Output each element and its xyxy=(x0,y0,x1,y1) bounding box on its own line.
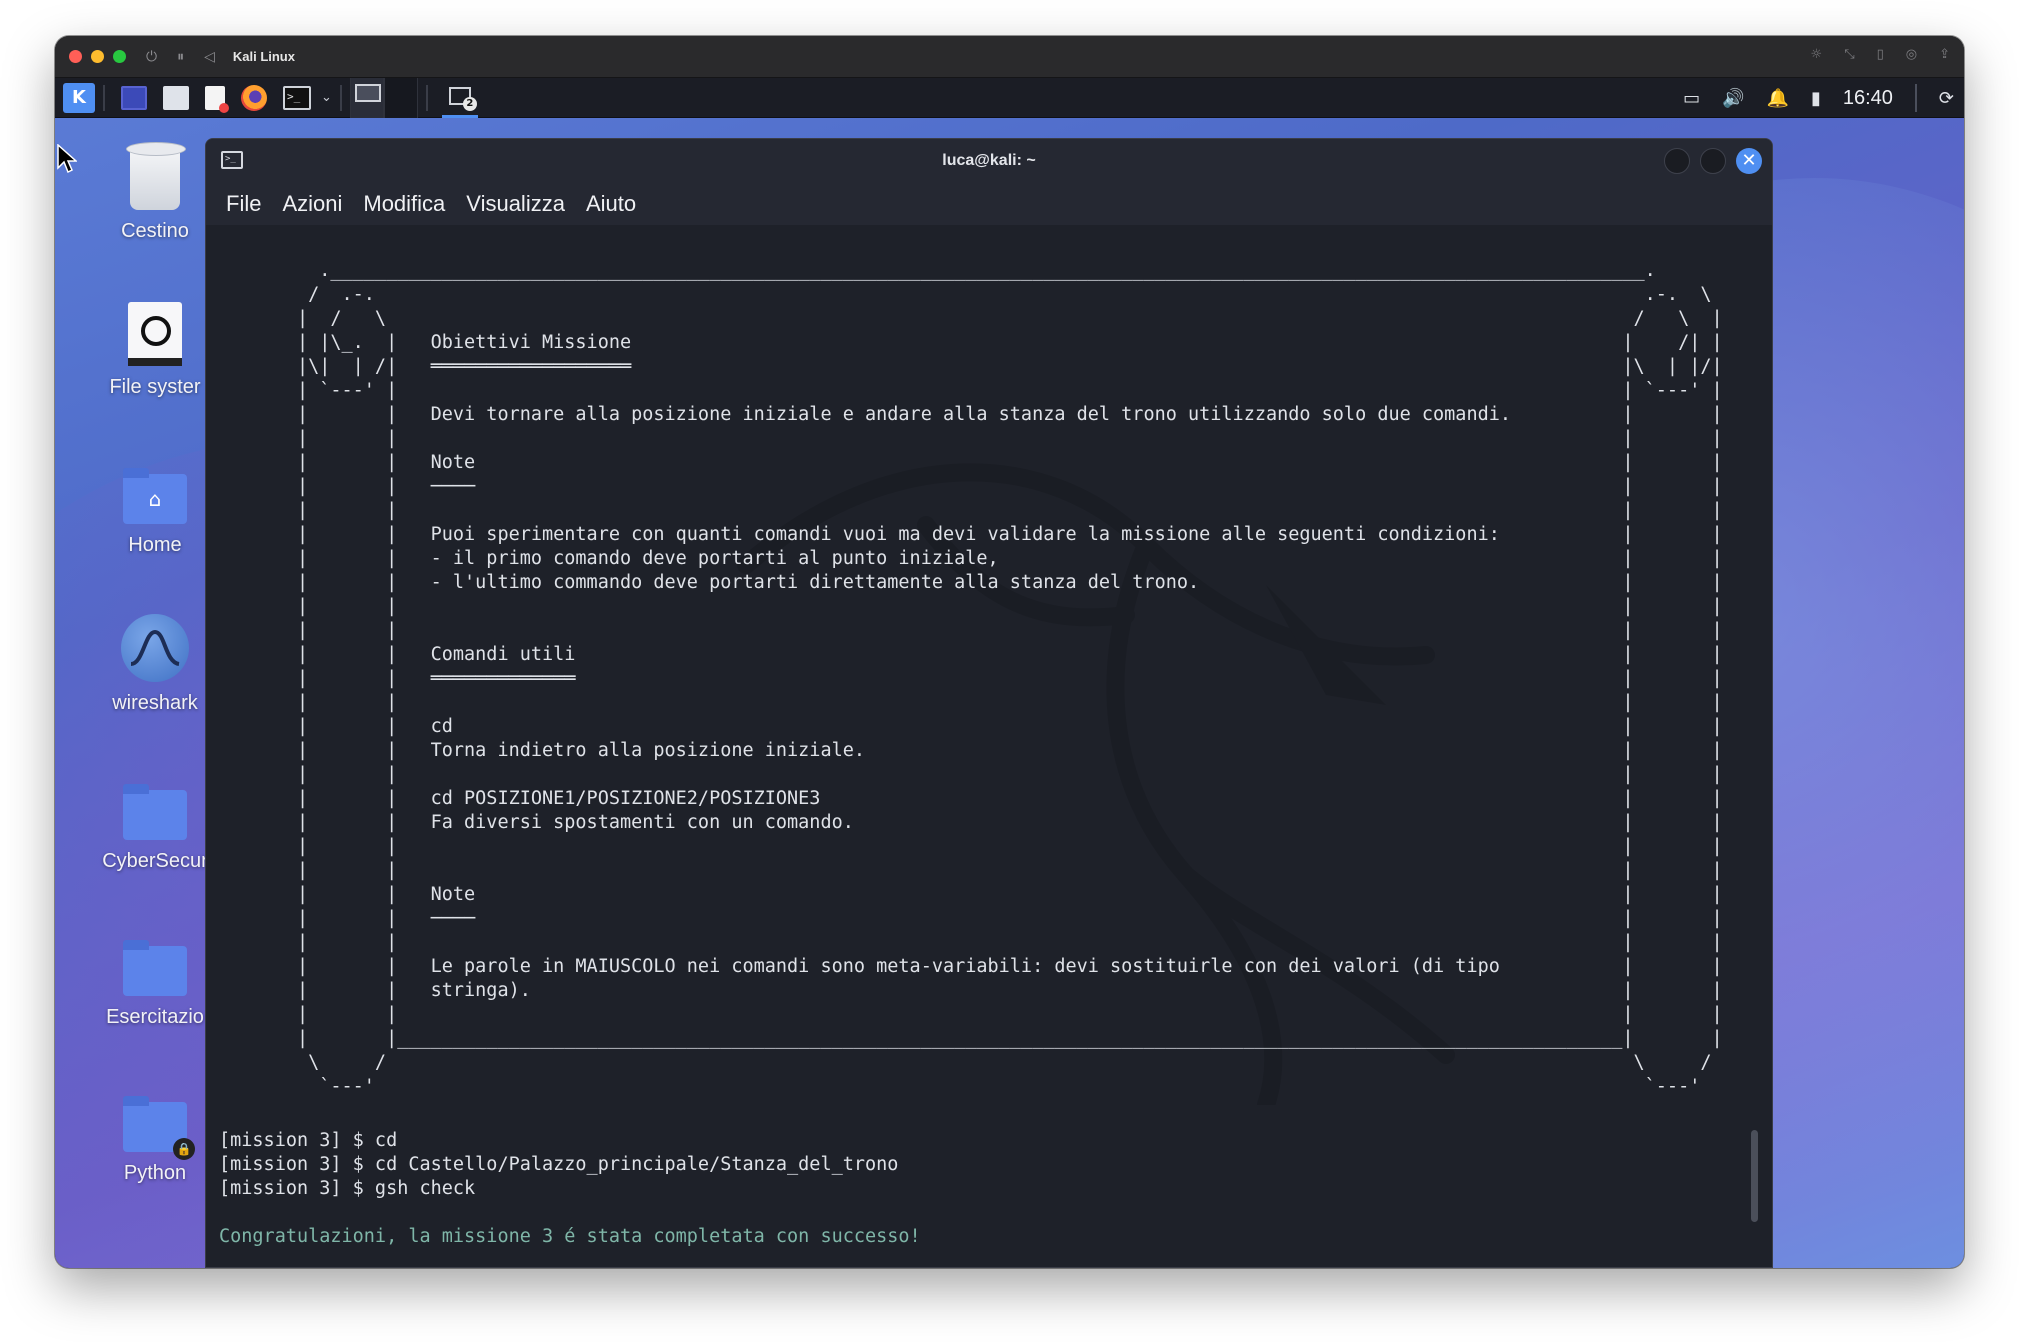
taskbar-separator xyxy=(103,84,105,111)
share-icon[interactable]: ⇪ xyxy=(1939,47,1950,62)
workspace-1[interactable] xyxy=(349,77,384,118)
settings-icon[interactable]: ◎ xyxy=(1906,47,1917,62)
workspace-2[interactable] xyxy=(383,77,418,118)
success-message: Congratulazioni, la missione 3 é stata c… xyxy=(219,1226,921,1247)
pause-icon[interactable]: ⏸ xyxy=(177,49,184,65)
folder-icon xyxy=(123,784,187,840)
clock[interactable]: 16:40 xyxy=(1843,87,1893,110)
taskbar-separator xyxy=(425,84,428,111)
lock-icon: 🔒 xyxy=(173,1138,195,1160)
file-manager-icon[interactable] xyxy=(163,85,189,110)
terminal-title: luca@kali: ~ xyxy=(942,152,1036,169)
command-line: [mission 3] $ cd xyxy=(219,1130,398,1151)
desktop-icon-label: Home xyxy=(128,534,182,556)
desktop-icon-label: Python xyxy=(123,1162,187,1184)
desktop-icon-label: Esercitazio xyxy=(106,1006,204,1028)
back-icon[interactable]: ◁ xyxy=(204,49,215,65)
power-icon[interactable]: ⏻ xyxy=(146,49,157,65)
power-icon[interactable]: ⟳ xyxy=(1939,88,1954,109)
drive-icon xyxy=(128,302,182,366)
battery-icon[interactable]: ▮ xyxy=(1811,88,1821,109)
terminal-menubar: File Azioni Modifica Visualizza Aiuto xyxy=(206,183,1772,225)
menu-modifica[interactable]: Modifica xyxy=(363,191,445,217)
tray-separator xyxy=(1914,84,1917,112)
brightness-icon[interactable]: ☼ xyxy=(1811,47,1823,62)
vm-toolbar-right: ☼ ⤡ ▯ ◎ ⇪ xyxy=(1811,47,1950,62)
vm-titlebar: ⏻ ⏸ ◁ Kali Linux ☼ ⤡ ▯ ◎ ⇪ xyxy=(55,36,1964,78)
desktop-icon-cybersecurity[interactable]: CyberSecur xyxy=(95,784,215,873)
desktop-icon-trash[interactable]: Cestino xyxy=(95,142,215,243)
mission-scroll: ._______________________________________… xyxy=(296,260,1723,1097)
bell-icon[interactable]: 🔔 xyxy=(1767,88,1789,109)
maximize-button[interactable] xyxy=(1700,148,1726,174)
window-controls xyxy=(69,50,126,63)
resize-icon[interactable]: ⤡ xyxy=(1844,47,1854,62)
minimize-button[interactable] xyxy=(1664,148,1690,174)
terminal-window-buttons: ✕ xyxy=(1664,148,1762,174)
desktop-icon-label: Cestino xyxy=(121,220,189,242)
desktop-icon-filesystem[interactable]: File syster xyxy=(95,302,215,399)
close-button[interactable]: ✕ xyxy=(1736,148,1762,174)
vm-title: Kali Linux xyxy=(232,49,295,64)
command-line: [mission 3] $ cd Castello/Palazzo_princi… xyxy=(219,1154,899,1175)
desktop-icon-python[interactable]: 🔒 Python xyxy=(95,1096,215,1185)
text-editor-icon[interactable] xyxy=(205,85,229,113)
terminal-window[interactable]: >_ luca@kali: ~ ✕ File Azioni Modifica V… xyxy=(205,138,1773,1268)
menu-visualizza[interactable]: Visualizza xyxy=(466,191,565,217)
chevron-down-icon[interactable]: ⌄ xyxy=(321,90,332,105)
close-button[interactable] xyxy=(69,50,82,63)
desktop-icon-label: wireshark xyxy=(112,692,198,714)
desktop-icon-label: CyberSecur xyxy=(102,850,208,872)
wireshark-icon xyxy=(121,614,189,682)
terminal-titlebar[interactable]: >_ luca@kali: ~ ✕ xyxy=(206,139,1772,183)
terminal-scrollbar[interactable] xyxy=(1751,1130,1758,1222)
zoom-button[interactable] xyxy=(113,50,126,63)
show-desktop-icon[interactable] xyxy=(121,85,147,110)
kali-menu-icon[interactable]: K xyxy=(63,82,95,113)
mouse-cursor-icon xyxy=(57,144,77,174)
taskbar-separator xyxy=(339,84,342,111)
trash-icon xyxy=(126,142,186,210)
terminal-app-icon[interactable]: >_ xyxy=(221,151,243,169)
taskbar: K >_ ⌄ ▭ 🔊 🔔 ▮ 16:40 ⟳ xyxy=(55,77,1964,118)
minimize-button[interactable] xyxy=(91,50,104,63)
folder-icon xyxy=(123,940,187,996)
firefox-icon[interactable] xyxy=(241,84,267,111)
desktop-icon-label: File syster xyxy=(109,376,201,398)
menu-aiuto[interactable]: Aiuto xyxy=(586,191,636,217)
taskbar-running-terminal[interactable] xyxy=(441,78,478,118)
desktop-icon-esercitazioni[interactable]: Esercitazio xyxy=(95,940,215,1029)
desktop-icon-home[interactable]: ⌂ Home xyxy=(95,468,215,557)
terminal-content: ._______________________________________… xyxy=(219,259,1723,1249)
menu-azioni[interactable]: Azioni xyxy=(282,191,342,217)
desktop-icon-wireshark[interactable]: wireshark xyxy=(95,614,215,715)
volume-icon[interactable]: 🔊 xyxy=(1722,88,1744,109)
terminal-output[interactable]: ._______________________________________… xyxy=(206,225,1772,1267)
system-tray: ▭ 🔊 🔔 ▮ 16:40 ⟳ xyxy=(1683,78,1954,118)
usb-icon[interactable]: ▯ xyxy=(1877,47,1884,62)
home-folder-icon: ⌂ xyxy=(123,468,187,524)
command-line: [mission 3] $ gsh check xyxy=(219,1178,476,1199)
terminal-window-icon xyxy=(448,87,477,111)
display-icon[interactable]: ▭ xyxy=(1683,88,1700,109)
terminal-icon[interactable]: >_ xyxy=(283,85,311,110)
locked-folder-icon: 🔒 xyxy=(123,1096,195,1160)
menu-file[interactable]: File xyxy=(226,191,261,217)
